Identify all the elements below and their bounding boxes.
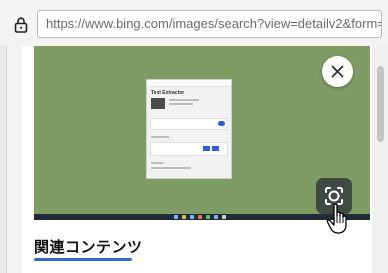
url-field[interactable]: https://www.bing.com/images/search?view=…	[37, 10, 382, 38]
related-content-heading[interactable]: 関連コンテンツ	[34, 236, 143, 257]
scrollbar-thumb[interactable]	[377, 66, 384, 142]
active-tab-underline	[34, 258, 132, 261]
app-text-line	[151, 136, 169, 138]
app-setting-card	[150, 118, 228, 130]
hand-cursor-icon	[326, 203, 347, 234]
app-titlebar	[147, 80, 231, 87]
app-text-line	[169, 103, 193, 105]
taskbar	[34, 214, 370, 220]
taskbar-app-icon	[222, 215, 226, 219]
close-icon	[331, 65, 344, 78]
app-text-line	[151, 162, 163, 164]
app-text-line	[151, 167, 191, 169]
taskbar-app-icon	[182, 215, 186, 219]
app-text-line	[169, 99, 199, 101]
app-button	[212, 146, 219, 151]
taskbar-app-icon	[174, 215, 178, 219]
close-button[interactable]	[322, 56, 353, 87]
screenshot-app-window: Text Extractor	[146, 79, 232, 179]
app-toggle	[218, 121, 225, 126]
vertical-scrollbar[interactable]	[372, 46, 388, 273]
app-title: Text Extractor	[151, 90, 185, 96]
taskbar-app-icon	[198, 215, 202, 219]
taskbar-app-icon	[206, 215, 210, 219]
app-button	[203, 146, 210, 151]
taskbar-app-icon	[190, 215, 194, 219]
app-thumbnail	[151, 98, 165, 109]
left-edge-rail	[0, 46, 7, 273]
lock-icon[interactable]	[14, 17, 28, 33]
taskbar-app-icon	[214, 215, 218, 219]
address-bar: https://www.bing.com/images/search?view=…	[0, 0, 388, 46]
